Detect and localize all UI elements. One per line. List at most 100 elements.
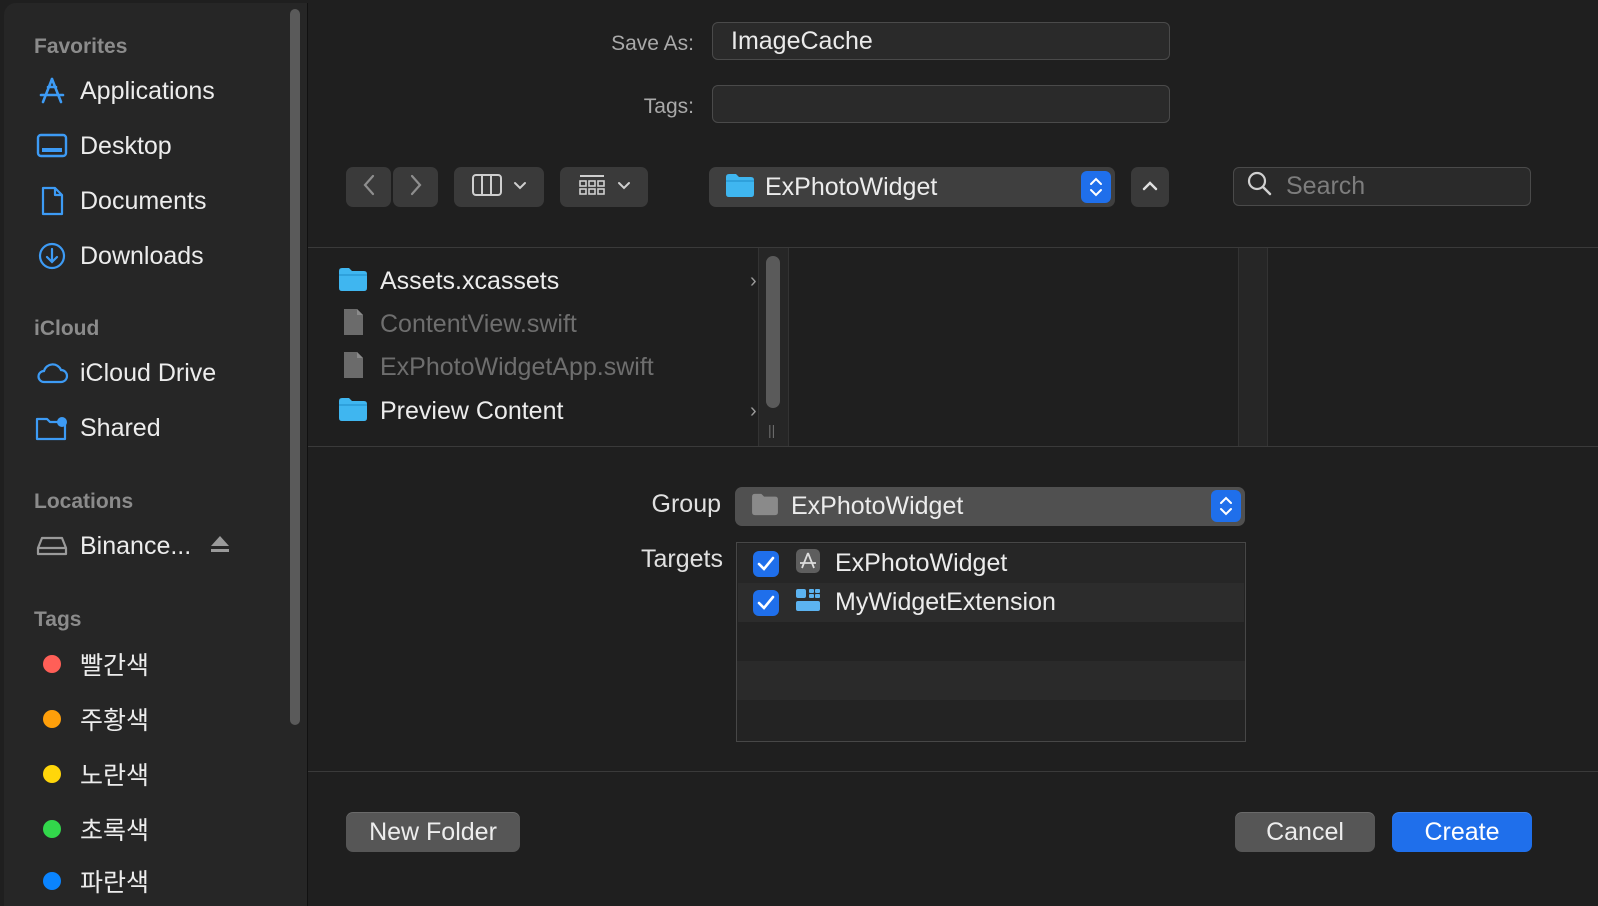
chevron-down-icon bbox=[513, 178, 527, 196]
grid-group-icon bbox=[577, 173, 607, 202]
applications-icon bbox=[32, 71, 72, 111]
tags-field[interactable] bbox=[712, 85, 1170, 123]
chevron-down-icon bbox=[617, 178, 631, 196]
group-label: Group bbox=[651, 490, 721, 518]
sidebar-item-label: Desktop bbox=[80, 131, 172, 160]
chevron-right-icon: › bbox=[750, 269, 757, 292]
folder-icon bbox=[338, 266, 368, 297]
column-resize-handle-icon[interactable]: || bbox=[768, 422, 775, 438]
group-value: ExPhotoWidget bbox=[791, 492, 964, 520]
list-item[interactable]: Preview Content › bbox=[338, 391, 758, 431]
column-scroll-track bbox=[1238, 248, 1268, 446]
columns-view-icon bbox=[471, 173, 503, 202]
target-name: ExPhotoWidget bbox=[835, 549, 1008, 577]
app-target-icon bbox=[795, 548, 821, 579]
sidebar-item-tag-blue[interactable]: 파란색 bbox=[32, 861, 282, 901]
column-scroll-track: || bbox=[758, 248, 789, 446]
chevron-left-icon bbox=[362, 174, 376, 201]
folder-icon bbox=[751, 492, 779, 521]
new-folder-button[interactable]: New Folder bbox=[346, 812, 520, 852]
table-row[interactable]: MyWidgetExtension bbox=[738, 583, 1244, 622]
shared-folder-icon bbox=[32, 408, 72, 448]
cancel-button[interactable]: Cancel bbox=[1235, 812, 1375, 852]
empty-row bbox=[737, 700, 1245, 740]
list-item[interactable]: Assets.xcassets › bbox=[338, 261, 758, 301]
sidebar-item-desktop[interactable]: Desktop bbox=[32, 126, 282, 166]
blue-tag-dot-icon bbox=[43, 872, 61, 890]
forward-button[interactable] bbox=[393, 167, 438, 207]
list-item: ExPhotoWidgetApp.swift bbox=[338, 347, 758, 387]
create-button[interactable]: Create bbox=[1392, 812, 1532, 852]
group-popup[interactable]: ExPhotoWidget bbox=[735, 487, 1245, 526]
sidebar-item-binance-drive[interactable]: Binance... bbox=[32, 526, 282, 566]
sidebar-item-label: 초록색 bbox=[80, 817, 150, 845]
sidebar-item-label: Documents bbox=[80, 186, 207, 215]
drive-icon bbox=[32, 526, 72, 566]
widget-extension-icon bbox=[795, 587, 821, 618]
sidebar-item-shared[interactable]: Shared bbox=[32, 408, 282, 448]
sidebar-item-tag-orange[interactable]: 주황색 bbox=[32, 699, 282, 739]
green-tag-dot-icon bbox=[43, 820, 61, 838]
file-browser: Assets.xcassets › ContentView.swift ExPh… bbox=[308, 248, 1598, 446]
file-name: ExPhotoWidgetApp.swift bbox=[380, 352, 654, 381]
folder-icon bbox=[338, 396, 368, 427]
sidebar-item-label: Binance... bbox=[80, 531, 192, 560]
download-icon bbox=[32, 236, 72, 276]
eject-icon[interactable] bbox=[209, 534, 231, 559]
up-down-stepper-icon bbox=[1211, 490, 1241, 522]
table-row[interactable]: ExPhotoWidget bbox=[738, 544, 1244, 583]
divider bbox=[308, 771, 1598, 772]
save-as-field[interactable] bbox=[712, 22, 1170, 60]
sidebar-section-favorites: Favorites bbox=[34, 35, 128, 58]
expand-collapse-button[interactable] bbox=[1131, 167, 1169, 207]
sidebar-item-tag-yellow[interactable]: 노란색 bbox=[32, 754, 282, 794]
location-label: ExPhotoWidget bbox=[765, 172, 938, 201]
chevron-right-icon bbox=[409, 174, 423, 201]
group-by-button[interactable] bbox=[560, 167, 648, 207]
sidebar-item-label: 노란색 bbox=[80, 762, 150, 790]
target-name: MyWidgetExtension bbox=[835, 588, 1056, 616]
document-icon bbox=[32, 181, 72, 221]
chevron-up-icon bbox=[1142, 178, 1158, 196]
targets-list: ExPhotoWidget MyWidgetExtension bbox=[736, 542, 1246, 742]
save-panel: Save As: Tags: ExPhotoWidget Search Asse… bbox=[308, 0, 1598, 906]
sidebar-item-icloud-drive[interactable]: iCloud Drive bbox=[32, 353, 282, 393]
file-name: ContentView.swift bbox=[380, 309, 577, 338]
sidebar-section-locations: Locations bbox=[34, 490, 134, 513]
checkbox[interactable] bbox=[753, 550, 779, 577]
save-as-label: Save As: bbox=[611, 32, 694, 55]
sidebar-item-label: Downloads bbox=[80, 241, 204, 270]
sidebar-item-label: Applications bbox=[80, 76, 215, 105]
location-popup[interactable]: ExPhotoWidget bbox=[709, 167, 1115, 207]
sidebar-item-applications[interactable]: Applications bbox=[32, 71, 282, 111]
sidebar-item-downloads[interactable]: Downloads bbox=[32, 236, 282, 276]
cloud-icon bbox=[32, 353, 72, 393]
back-button[interactable] bbox=[346, 167, 391, 207]
view-mode-button[interactable] bbox=[454, 167, 544, 207]
swift-file-icon bbox=[338, 350, 368, 385]
search-placeholder: Search bbox=[1286, 172, 1366, 200]
sidebar-item-documents[interactable]: Documents bbox=[32, 181, 282, 221]
desktop-icon bbox=[32, 126, 72, 166]
chevron-right-icon: › bbox=[750, 399, 757, 422]
sidebar-item-tag-red[interactable]: 빨간색 bbox=[32, 644, 282, 684]
sidebar-section-icloud: iCloud bbox=[34, 317, 100, 340]
sidebar-scrollbar[interactable] bbox=[290, 9, 300, 725]
empty-row bbox=[737, 661, 1245, 700]
checkbox[interactable] bbox=[753, 589, 779, 616]
column-scrollbar[interactable] bbox=[766, 256, 780, 408]
sidebar-item-label: 파란색 bbox=[80, 869, 150, 897]
yellow-tag-dot-icon bbox=[43, 765, 61, 783]
red-tag-dot-icon bbox=[43, 655, 61, 673]
swift-file-icon bbox=[338, 307, 368, 342]
file-name: Assets.xcassets bbox=[380, 266, 560, 295]
sidebar: Favorites Applications Desktop Documents… bbox=[4, 3, 308, 906]
empty-row bbox=[737, 622, 1245, 661]
up-down-stepper-icon bbox=[1081, 171, 1111, 203]
sidebar-item-tag-green[interactable]: 초록색 bbox=[32, 809, 282, 849]
sidebar-item-label: Shared bbox=[80, 413, 161, 442]
file-name: Preview Content bbox=[380, 396, 564, 425]
targets-label: Targets bbox=[641, 545, 723, 573]
folder-icon bbox=[725, 172, 755, 203]
search-field[interactable]: Search bbox=[1233, 167, 1531, 206]
